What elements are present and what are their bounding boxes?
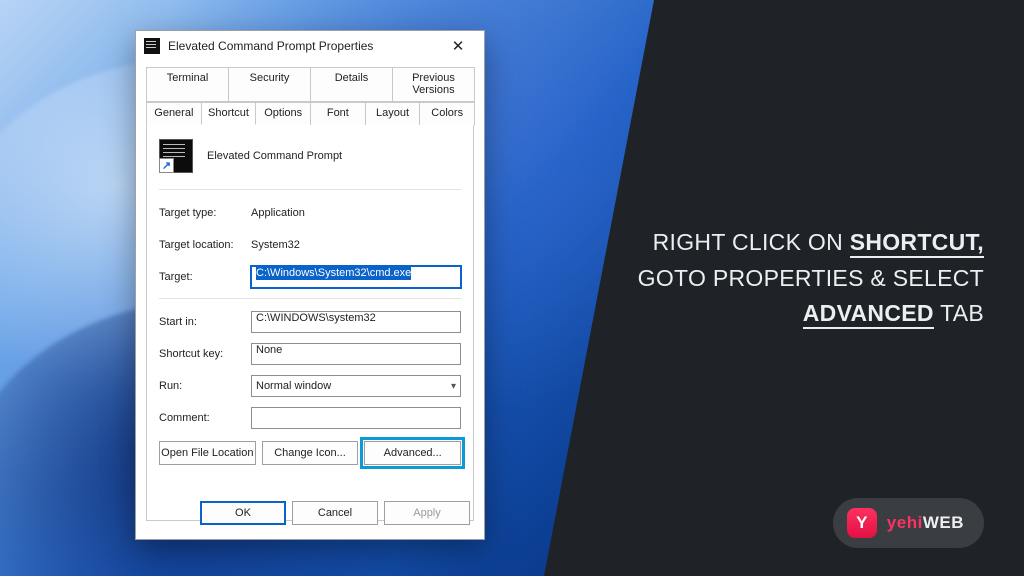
- properties-dialog: Elevated Command Prompt Properties ✕ Ter…: [135, 30, 485, 540]
- shortcut-file-icon: ↗: [159, 139, 193, 173]
- tab-font[interactable]: Font: [310, 102, 366, 125]
- brand-logo-icon: Y: [847, 508, 877, 538]
- brand-name-rest: WEB: [923, 513, 964, 532]
- row-start-in: Start in: C:\WINDOWS\system32: [159, 311, 461, 333]
- separator: [159, 189, 461, 190]
- tab-row-top: Terminal Security Details Previous Versi…: [146, 67, 474, 102]
- tab-shortcut[interactable]: Shortcut: [201, 102, 257, 125]
- close-button[interactable]: ✕: [438, 32, 478, 60]
- tab-options[interactable]: Options: [255, 102, 311, 125]
- dialog-buttons: OK Cancel Apply: [136, 501, 484, 525]
- tab-security[interactable]: Security: [228, 67, 311, 102]
- instruction-line1-pre: RIGHT CLICK ON: [653, 229, 850, 255]
- value-target-location: System32: [251, 239, 461, 251]
- cmd-icon: [144, 38, 160, 54]
- brand-badge[interactable]: Y yehiWEB: [833, 498, 984, 548]
- instruction-line2: GOTO PROPERTIES & SELECT: [638, 265, 984, 291]
- row-target-location: Target location: System32: [159, 234, 461, 256]
- ok-button[interactable]: OK: [200, 501, 286, 525]
- target-input[interactable]: C:\Windows\System32\cmd.exe: [251, 266, 461, 288]
- cancel-button[interactable]: Cancel: [292, 501, 378, 525]
- value-target-type: Application: [251, 207, 461, 219]
- shortcut-arrow-overlay-icon: ↗: [159, 158, 174, 173]
- tab-details[interactable]: Details: [310, 67, 393, 102]
- stage: RIGHT CLICK ON SHORTCUT, GOTO PROPERTIES…: [0, 0, 1024, 576]
- comment-input[interactable]: [251, 407, 461, 429]
- brand-logo-letter: Y: [856, 513, 867, 533]
- open-file-location-button[interactable]: Open File Location: [159, 441, 256, 465]
- tabs-area: Terminal Security Details Previous Versi…: [136, 61, 484, 521]
- run-combobox[interactable]: Normal window ▾: [251, 375, 461, 397]
- label-shortcut-key: Shortcut key:: [159, 348, 251, 360]
- instruction-text: RIGHT CLICK ON SHORTCUT, GOTO PROPERTIES…: [624, 225, 984, 332]
- instruction-shortcut-word: SHORTCUT,: [850, 229, 984, 258]
- shortcut-tab-body: ↗ Elevated Command Prompt Target type: A…: [146, 125, 474, 521]
- instruction-line3-post: TAB: [934, 300, 984, 326]
- label-target-type: Target type:: [159, 207, 251, 219]
- start-in-input[interactable]: C:\WINDOWS\system32: [251, 311, 461, 333]
- tab-general[interactable]: General: [146, 102, 202, 125]
- dialog-title: Elevated Command Prompt Properties: [168, 39, 438, 53]
- shortcut-action-buttons: Open File Location Change Icon... Advanc…: [159, 441, 461, 465]
- tab-row-bottom: General Shortcut Options Font Layout Col…: [146, 102, 474, 125]
- chevron-down-icon: ▾: [451, 381, 456, 392]
- row-shortcut-key: Shortcut key: None: [159, 343, 461, 365]
- tab-terminal[interactable]: Terminal: [146, 67, 229, 102]
- label-target: Target:: [159, 271, 251, 283]
- item-header: ↗ Elevated Command Prompt: [159, 139, 461, 173]
- target-input-selection: C:\Windows\System32\cmd.exe: [256, 266, 411, 280]
- brand-name-accent: yehi: [887, 513, 923, 532]
- label-target-location: Target location:: [159, 239, 251, 251]
- label-comment: Comment:: [159, 412, 251, 424]
- item-name: Elevated Command Prompt: [207, 150, 342, 162]
- instruction-advanced-word: ADVANCED: [803, 300, 934, 329]
- run-value: Normal window: [256, 380, 331, 392]
- titlebar[interactable]: Elevated Command Prompt Properties ✕: [136, 31, 484, 61]
- change-icon-button[interactable]: Change Icon...: [262, 441, 359, 465]
- label-run: Run:: [159, 380, 251, 392]
- separator: [159, 298, 461, 299]
- tab-previous-versions[interactable]: Previous Versions: [392, 67, 475, 102]
- advanced-button[interactable]: Advanced...: [364, 441, 461, 465]
- brand-name: yehiWEB: [887, 513, 964, 533]
- apply-button[interactable]: Apply: [384, 501, 470, 525]
- tab-layout[interactable]: Layout: [365, 102, 421, 125]
- row-comment: Comment:: [159, 407, 461, 429]
- shortcut-key-input[interactable]: None: [251, 343, 461, 365]
- label-start-in: Start in:: [159, 316, 251, 328]
- row-target: Target: C:\Windows\System32\cmd.exe: [159, 266, 461, 288]
- tab-colors[interactable]: Colors: [419, 102, 475, 125]
- row-run: Run: Normal window ▾: [159, 375, 461, 397]
- row-target-type: Target type: Application: [159, 202, 461, 224]
- start-in-value: C:\WINDOWS\system32: [256, 312, 376, 324]
- shortcut-key-value: None: [256, 344, 282, 356]
